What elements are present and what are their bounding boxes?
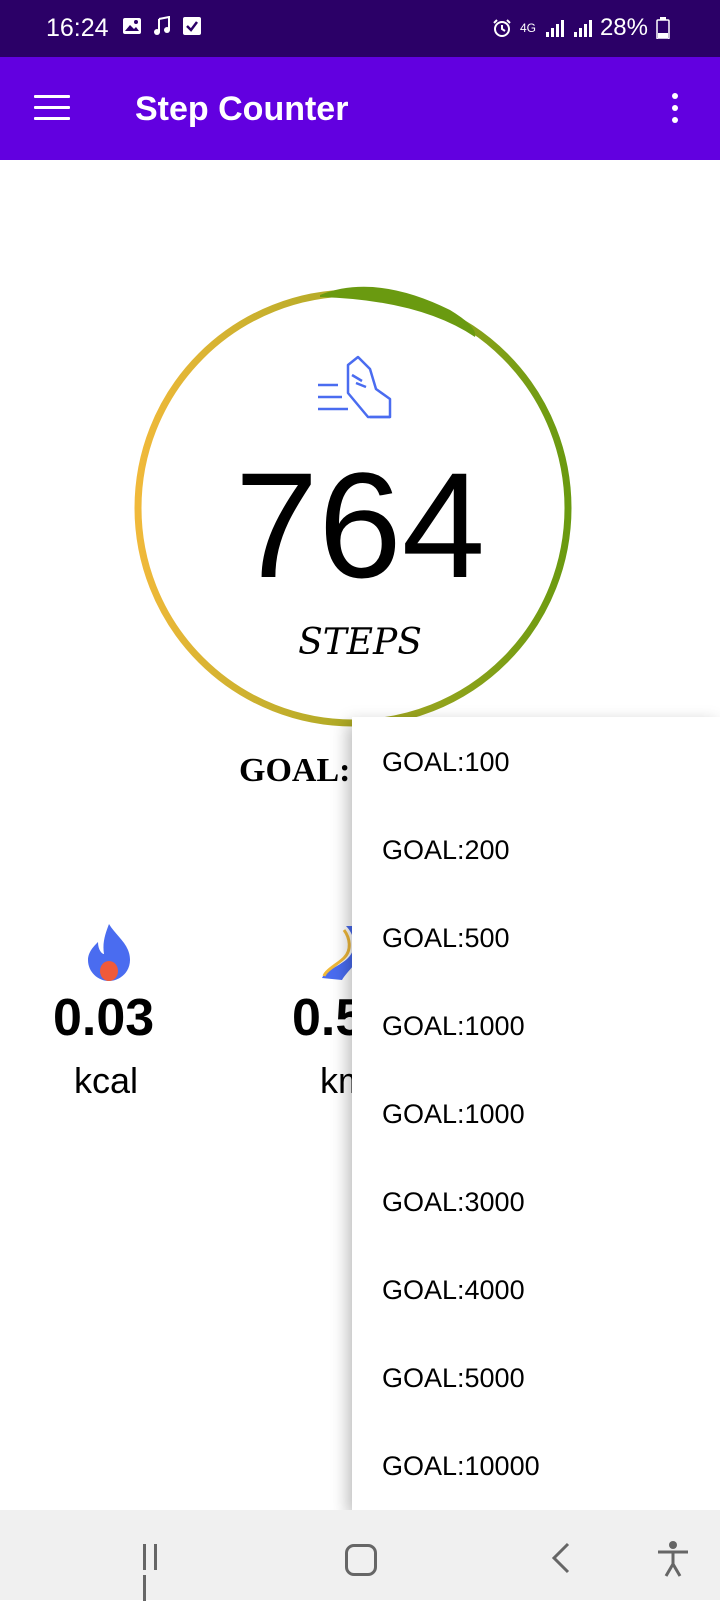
checkbox-icon <box>183 17 201 35</box>
steps-label: STEPS <box>298 622 422 663</box>
network-type: 4G <box>519 21 536 35</box>
accessibility-button[interactable] <box>656 1540 690 1578</box>
goal-selector[interactable]: GOAL: <box>239 752 350 790</box>
goal-option-4000[interactable]: GOAL:4000 <box>352 1245 720 1333</box>
accessibility-icon <box>658 1550 688 1577</box>
goal-option-1000[interactable]: GOAL:1000 <box>352 981 720 1069</box>
calories-value: 0.03 <box>53 989 155 1047</box>
menu-icon <box>34 95 70 98</box>
alarm-icon <box>493 19 511 37</box>
calories-unit: kcal <box>74 1060 139 1101</box>
menu-button[interactable] <box>34 95 70 123</box>
goal-dropdown: GOAL:100 GOAL:200 GOAL:500 GOAL:1000 GOA… <box>352 717 720 1510</box>
back-icon <box>551 1542 570 1574</box>
signal-icon <box>545 20 564 37</box>
goal-option-10000[interactable]: GOAL:10000 <box>352 1421 720 1509</box>
goal-option-500[interactable]: GOAL:500 <box>352 893 720 981</box>
app-title: Step Counter <box>135 90 349 128</box>
home-button[interactable] <box>345 1544 377 1576</box>
flame-icon <box>88 924 130 981</box>
recents-icon <box>143 1544 146 1570</box>
battery-level: 28% <box>599 14 648 41</box>
ring-progress-cap <box>320 286 476 337</box>
image-icon <box>123 18 141 34</box>
notification-icons <box>122 16 202 36</box>
status-bar: 16:24 4G 28% <box>0 0 720 57</box>
goal-option-100[interactable]: GOAL:100 <box>352 717 720 805</box>
navigation-bar <box>0 1510 720 1601</box>
step-count: 764 <box>234 441 486 609</box>
system-icons: 4G 28% <box>492 14 670 42</box>
more-vert-icon <box>672 93 678 99</box>
shoe-icon <box>318 355 392 419</box>
goal-option-1000-b[interactable]: GOAL:1000 <box>352 1069 720 1157</box>
signal-icon-2 <box>573 20 592 37</box>
goal-option-3000[interactable]: GOAL:3000 <box>352 1157 720 1245</box>
goal-option-200[interactable]: GOAL:200 <box>352 805 720 893</box>
status-time: 16:24 <box>46 14 109 42</box>
music-icon <box>154 16 170 35</box>
battery-icon <box>656 17 670 39</box>
app-bar: Step Counter <box>0 57 720 160</box>
goal-option-5000[interactable]: GOAL:5000 <box>352 1333 720 1421</box>
overflow-menu-button[interactable] <box>670 93 680 127</box>
recents-button[interactable] <box>143 1544 173 1601</box>
back-button[interactable] <box>548 1540 578 1576</box>
